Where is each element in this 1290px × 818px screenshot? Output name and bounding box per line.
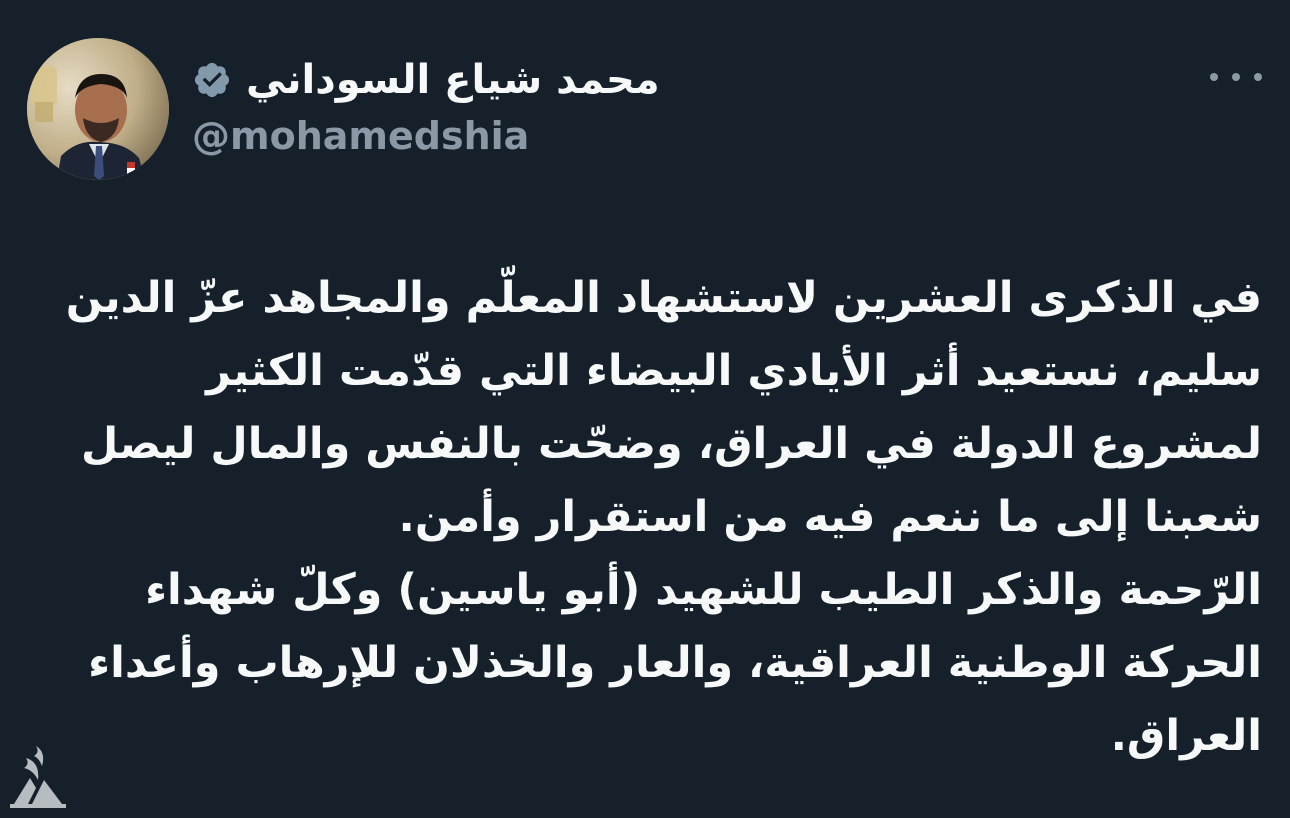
channel-logo-watermark-icon [6, 744, 70, 810]
more-dot [1232, 73, 1240, 81]
more-options-icon[interactable] [1210, 64, 1262, 90]
more-dot [1210, 73, 1218, 81]
avatar[interactable] [27, 38, 169, 180]
verified-badge-icon [192, 60, 232, 100]
tweet-text: في الذكرى العشرين لاستشهاد المعلّم والمج… [36, 262, 1262, 772]
author-handle[interactable]: @mohamedshia [192, 114, 529, 158]
tweet-paragraph: الرّحمة والذكر الطيب للشهيد (أبو ياسين) … [73, 565, 1262, 761]
more-dot [1254, 73, 1262, 81]
author-name-row: محمد شياع السوداني [192, 52, 660, 108]
tweet-card: محمد شياع السوداني @mohamedshia في الذكر… [0, 0, 1290, 818]
author-display-name[interactable]: محمد شياع السوداني [246, 57, 660, 103]
tweet-paragraph: في الذكرى العشرين لاستشهاد المعلّم والمج… [50, 273, 1262, 542]
